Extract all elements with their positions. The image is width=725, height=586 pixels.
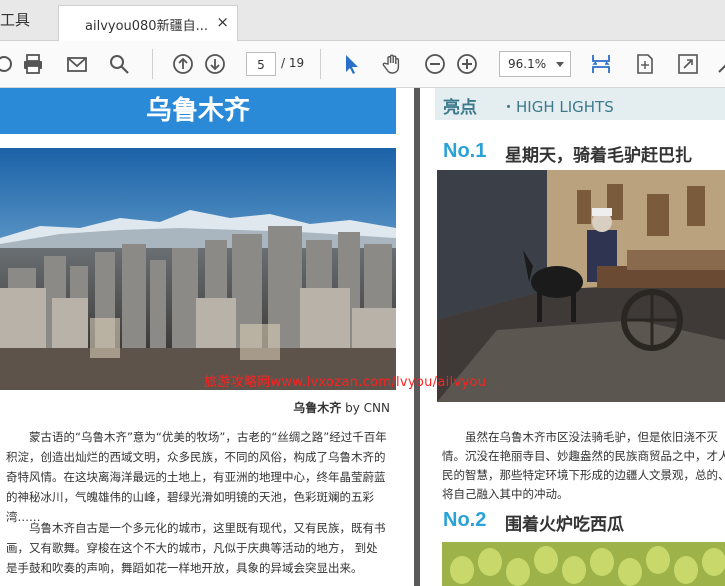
photo-credit: 乌鲁木齐 by CNN: [0, 399, 390, 416]
print-icon[interactable]: [20, 51, 46, 77]
item-number-1: No.1: [443, 140, 487, 162]
pdf-page-right: 亮点 ・HIGH LIGHTS No.1 星期天，骑着毛驴赶巴扎 虽然在乌鲁木齐…: [420, 88, 725, 586]
tab-document-title: ailvyou080新疆自...: [85, 19, 208, 34]
grape-photo: [442, 542, 725, 586]
item-text-1: 虽然在乌鲁木齐市区没法骑毛驴，但是依旧浇不灭情。沉没在艳丽寺目、妙趣盎然的民族商…: [442, 430, 725, 501]
zoom-in-icon[interactable]: [454, 51, 480, 77]
email-icon[interactable]: [64, 51, 90, 77]
fit-width-icon[interactable]: [588, 51, 614, 77]
chevron-down-icon: [556, 62, 564, 67]
page-number-input[interactable]: 5: [246, 52, 276, 76]
tab-bar: 工具 ailvyou080新疆自... ×: [0, 0, 725, 41]
next-page-icon[interactable]: [202, 51, 228, 77]
photo-credit-by: by CNN: [341, 401, 390, 415]
save-icon[interactable]: [0, 51, 18, 77]
search-icon[interactable]: [106, 51, 132, 77]
close-tab-icon[interactable]: ×: [216, 13, 229, 31]
watermark-text: 旅游攻略网www.lvxozan.com/lvyou/ailvyou: [204, 375, 487, 390]
hand-tool-icon[interactable]: [380, 51, 406, 77]
previous-page-icon[interactable]: [170, 51, 196, 77]
item-title-2: 围着火炉吃西瓜: [505, 515, 624, 535]
select-cursor-icon[interactable]: [338, 51, 364, 77]
document-viewer[interactable]: 乌鲁木齐 乌鲁木齐 by CNN 蒙古语的“乌鲁木齐”意为“优美的牧场”，古老的…: [0, 88, 725, 586]
toolbar-divider: [152, 49, 153, 79]
donkey-cart-photo: [437, 170, 725, 402]
item-title-1: 星期天，骑着毛驴赶巴扎: [505, 146, 692, 166]
zoom-select[interactable]: 96.1%: [499, 51, 571, 77]
city-skyline-photo: [0, 148, 396, 390]
culture-paragraph: 乌鲁木齐自古是一个多元化的城市，这里既有现代，又有民族，既有书画，又有歌舞。穿梭…: [6, 521, 386, 575]
zoom-out-icon[interactable]: [422, 51, 448, 77]
highlights-header: 亮点 ・HIGH LIGHTS: [435, 88, 725, 120]
fit-page-icon[interactable]: [632, 51, 658, 77]
fullscreen-icon[interactable]: [675, 51, 701, 77]
pdf-page-left: 乌鲁木齐 乌鲁木齐 by CNN 蒙古语的“乌鲁木齐”意为“优美的牧场”，古老的…: [0, 88, 414, 586]
highlights-subtitle: ・HIGH LIGHTS: [501, 98, 614, 116]
tab-tools[interactable]: 工具: [0, 9, 30, 30]
zoom-value: 96.1%: [508, 57, 547, 71]
item-number-2: No.2: [443, 509, 487, 531]
edit-icon[interactable]: [714, 51, 725, 77]
intro-paragraph: 蒙古语的“乌鲁木齐”意为“优美的牧场”，古老的“丝绸之路”经过千百年积淀，创造出…: [6, 430, 387, 524]
tab-document[interactable]: ailvyou080新疆自... ×: [58, 5, 238, 41]
photo-credit-name: 乌鲁木齐: [293, 401, 342, 415]
city-banner: 乌鲁木齐: [0, 88, 396, 134]
toolbar: 5 / 19 96.1%: [0, 41, 725, 88]
page-total: / 19: [281, 56, 305, 70]
toolbar-divider: [320, 49, 321, 79]
highlights-title: 亮点: [443, 98, 477, 118]
